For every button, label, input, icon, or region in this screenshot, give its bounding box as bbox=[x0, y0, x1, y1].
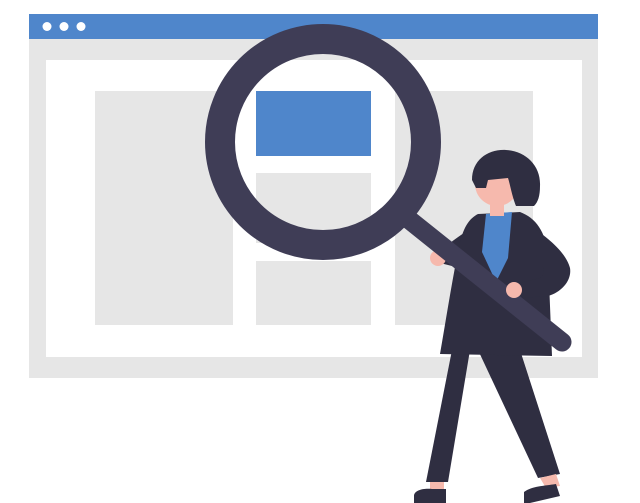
person-shoe-left bbox=[414, 488, 446, 503]
window-dot-icon bbox=[59, 22, 69, 31]
content-panel-highlighted bbox=[256, 91, 371, 156]
illustration-canvas bbox=[29, 14, 598, 503]
search-illustration bbox=[0, 0, 640, 503]
window-dot-icon bbox=[76, 22, 86, 31]
content-panel-middle-bottom bbox=[256, 261, 371, 325]
person-front-hand bbox=[506, 282, 522, 298]
window-dot-icon bbox=[42, 22, 52, 31]
person-shoe-right bbox=[524, 484, 560, 503]
